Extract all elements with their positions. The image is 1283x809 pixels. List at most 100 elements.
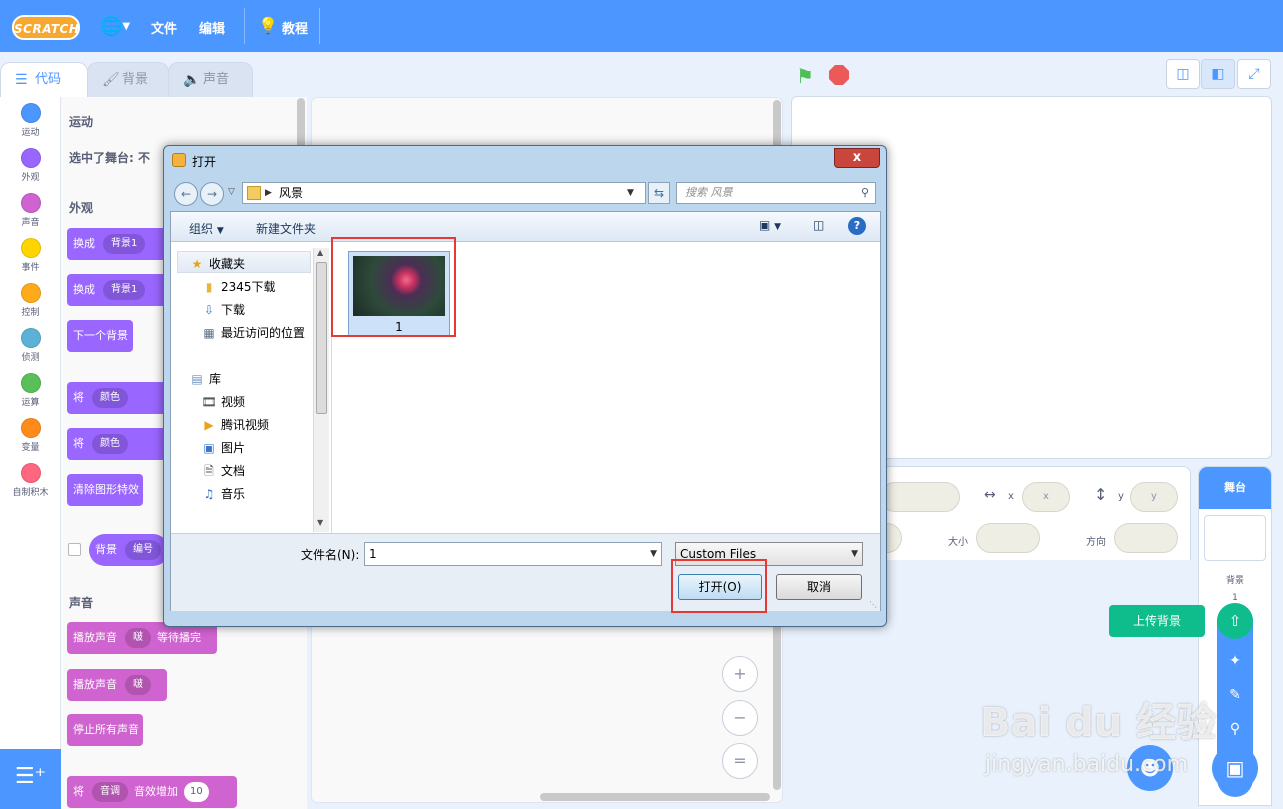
block-dropdown[interactable]: 背景1 [103, 280, 146, 300]
block-change-sound-effect[interactable]: 将音调 音效增加 10 [67, 776, 237, 808]
block-next-backdrop[interactable]: 下一个背景 [67, 320, 133, 352]
back-button[interactable]: ← [174, 182, 198, 206]
block-dropdown[interactable]: 音调 [92, 782, 128, 802]
stage-thumbnail[interactable] [1204, 515, 1266, 561]
block-change-effect[interactable]: 将颜色 [67, 382, 167, 414]
edit-menu[interactable]: 编辑 [199, 18, 225, 37]
green-flag-icon[interactable]: ⚑ [796, 64, 814, 88]
dialog-close-button[interactable]: x [834, 148, 880, 168]
forward-button[interactable]: → [200, 182, 224, 206]
nav-tencent-video[interactable]: ▶ 腾讯视频 [201, 416, 269, 433]
view-options-button[interactable]: ▣ ▼ [759, 218, 781, 232]
scratch-logo[interactable]: SCRATCH [12, 15, 80, 40]
chevron-down-icon[interactable]: ▼ [627, 183, 634, 203]
filename-input[interactable]: 1 ▼ [364, 542, 662, 566]
block-switch-backdrop[interactable]: 换成 背景1 [67, 228, 167, 260]
category-operators-dot [20, 373, 41, 393]
block-dropdown[interactable]: 啵 [125, 675, 151, 695]
preview-pane-button[interactable]: ◫ [813, 218, 824, 232]
refresh-button[interactable]: ⇆ [648, 182, 670, 204]
address-bar[interactable]: ▶ 风景 ▼ [242, 182, 646, 204]
large-stage-button[interactable]: ◧ [1201, 59, 1235, 89]
size-input[interactable] [976, 523, 1040, 553]
x-input[interactable]: x [1022, 482, 1070, 512]
category-motion-dot [20, 103, 41, 123]
nav-favorites[interactable]: ★ 收藏夹 [189, 255, 245, 272]
category-looks[interactable]: 外观 [0, 148, 61, 183]
paint-button[interactable]: ✎ [1217, 677, 1253, 713]
block-dropdown[interactable]: 背景1 [103, 234, 146, 254]
category-my-blocks[interactable]: 自制积木 [0, 463, 61, 498]
scroll-down-icon[interactable]: ▼ [317, 518, 323, 527]
dialog-titlebar[interactable]: 打开 x [164, 146, 886, 174]
category-operators[interactable]: 运算 [0, 373, 61, 408]
recent-locations-dropdown[interactable]: ▽ [228, 187, 235, 197]
category-control-dot [20, 283, 41, 303]
help-button[interactable]: ? [848, 217, 866, 235]
fullscreen-button[interactable]: ⤢ [1237, 59, 1271, 89]
search-icon: ⚲ [1229, 721, 1241, 737]
small-stage-button[interactable]: ◫ [1166, 59, 1200, 89]
category-variables[interactable]: 变量 [0, 418, 61, 453]
category-control[interactable]: 控制 [0, 283, 61, 318]
block-play-sound[interactable]: 播放声音啵 [67, 669, 167, 701]
nav-documents[interactable]: 🗎 文档 [201, 462, 245, 483]
nav-downloads[interactable]: ⇩ 下载 [201, 301, 245, 318]
block-number-input[interactable]: 10 [184, 782, 209, 802]
block-dropdown[interactable]: 颜色 [92, 388, 128, 408]
scrollbar-thumb[interactable] [316, 262, 327, 414]
category-events[interactable]: 事件 [0, 238, 61, 273]
direction-input[interactable] [1114, 523, 1178, 553]
new-folder-button[interactable]: 新建文件夹 [256, 220, 316, 237]
cancel-button[interactable]: 取消 [776, 574, 862, 600]
palette-motion-note: 选中了舞台: 不 [69, 151, 150, 165]
search-backdrop-button[interactable]: ⚲ [1217, 711, 1253, 747]
nav-videos[interactable]: 🎞 视频 [201, 393, 245, 410]
chevron-down-icon[interactable]: ▼ [650, 543, 657, 565]
tab-backdrops[interactable]: 🖌 背景 [87, 62, 169, 98]
arrow-left-icon: ← [180, 187, 192, 201]
zoom-reset-button[interactable]: = [722, 743, 758, 779]
scroll-up-icon[interactable]: ▲ [317, 248, 323, 257]
block-set-effect[interactable]: 将颜色 [67, 428, 167, 460]
surprise-button[interactable]: ✦ [1217, 643, 1253, 679]
block-clear-effects[interactable]: 清除图形特效 [67, 474, 143, 506]
zoom-out-button[interactable]: − [722, 700, 758, 736]
organize-button[interactable]: 组织 ▼ [189, 220, 224, 237]
block-backdrop-reporter[interactable]: 背景 编号 [89, 534, 169, 566]
block-dropdown[interactable]: 啵 [125, 628, 151, 648]
stop-icon[interactable] [829, 65, 849, 85]
category-sensing[interactable]: 侦测 [0, 328, 61, 363]
resize-grip-icon[interactable]: ⋱ [869, 600, 877, 609]
tutorials-menu[interactable]: 教程 [282, 18, 308, 37]
nav-pictures[interactable]: ▣ 图片 [201, 439, 245, 456]
nav-2345-downloads[interactable]: ▮ 2345下载 [201, 278, 276, 295]
nav-label: 库 [209, 372, 222, 386]
block-dropdown[interactable]: 编号 [125, 540, 161, 560]
category-sound[interactable]: 声音 [0, 193, 61, 228]
filename-value: 1 [369, 547, 377, 561]
tab-sounds[interactable]: 🔈 声音 [168, 62, 253, 98]
block-switch-backdrop-wait[interactable]: 换成 背景1 [67, 274, 167, 306]
sprite-name-field[interactable] [880, 482, 960, 512]
language-menu[interactable]: 🌐▼ [100, 16, 136, 38]
reporter-checkbox[interactable] [68, 543, 81, 556]
category-motion[interactable]: 运动 [0, 103, 61, 138]
file-menu[interactable]: 文件 [151, 18, 177, 37]
block-text: 换成 [73, 237, 95, 250]
nav-music[interactable]: ♫ 音乐 [201, 485, 245, 502]
nav-recent-places[interactable]: ▦ 最近访问的位置 [201, 324, 305, 341]
script-horizontal-scrollbar[interactable] [540, 793, 770, 801]
tab-code[interactable]: ☰ 代码 [0, 62, 88, 98]
choose-backdrop-button[interactable]: ▣ [1212, 745, 1258, 791]
add-extension-button[interactable]: ☰⁺ [0, 749, 61, 809]
zoom-in-button[interactable]: + [722, 656, 758, 692]
palette-motion-title: 运动 [69, 115, 94, 129]
navigation-scrollbar[interactable]: ▲ ▼ [313, 248, 329, 532]
block-dropdown[interactable]: 颜色 [92, 434, 128, 454]
y-input[interactable]: y [1130, 482, 1178, 512]
nav-libraries[interactable]: ▤ 库 [189, 370, 221, 387]
block-stop-all-sounds[interactable]: 停止所有声音 [67, 714, 143, 746]
upload-backdrop-button[interactable]: ⇧ [1217, 603, 1253, 639]
search-input[interactable]: 搜索 风景 ⚲ [676, 182, 876, 204]
